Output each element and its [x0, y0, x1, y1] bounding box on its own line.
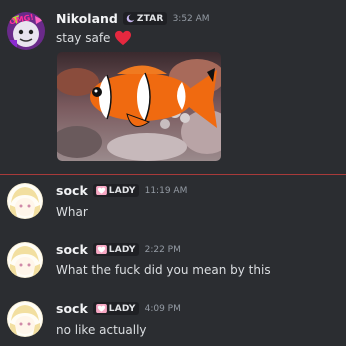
timestamp[interactable]: 4:09 PM [145, 304, 181, 314]
server-tag-label: LADY [108, 185, 136, 196]
server-tag-label: LADY [108, 244, 136, 255]
avatar[interactable]: OMG! [7, 12, 45, 50]
message-content: stay safe [56, 31, 111, 45]
server-tag-label: LADY [108, 303, 136, 314]
heart-icon [95, 304, 107, 313]
message-text: Whar [56, 205, 88, 219]
new-messages-divider [0, 174, 346, 175]
message-text: no like actually [56, 323, 147, 337]
heart-icon [95, 245, 107, 254]
message-header: sock LADY 4:09 PM [56, 301, 181, 316]
message-text: stay safe [56, 30, 132, 46]
avatar[interactable] [7, 242, 43, 278]
clownfish-image [57, 52, 221, 161]
message-header: Nikoland ZTAR 3:52 AM [56, 11, 210, 26]
message-text: What the fuck did you mean by this [56, 263, 271, 277]
moon-icon [126, 14, 135, 23]
avatar[interactable] [7, 183, 43, 219]
image-attachment[interactable] [57, 52, 221, 161]
username[interactable]: sock [56, 301, 88, 316]
heart-emoji [115, 30, 132, 46]
username[interactable]: sock [56, 242, 88, 257]
message-header: sock LADY 11:19 AM [56, 183, 187, 198]
message-header: sock LADY 2:22 PM [56, 242, 181, 257]
server-tag-label: ZTAR [136, 13, 164, 24]
timestamp[interactable]: 2:22 PM [145, 245, 181, 255]
server-tag[interactable]: LADY [92, 243, 139, 256]
heart-icon [95, 186, 107, 195]
avatar[interactable] [7, 301, 43, 337]
username[interactable]: sock [56, 183, 88, 198]
server-tag[interactable]: LADY [92, 302, 139, 315]
username[interactable]: Nikoland [56, 11, 118, 26]
timestamp[interactable]: 11:19 AM [145, 186, 188, 196]
timestamp[interactable]: 3:52 AM [173, 14, 210, 24]
server-tag[interactable]: LADY [92, 184, 139, 197]
server-tag[interactable]: ZTAR [122, 12, 167, 25]
